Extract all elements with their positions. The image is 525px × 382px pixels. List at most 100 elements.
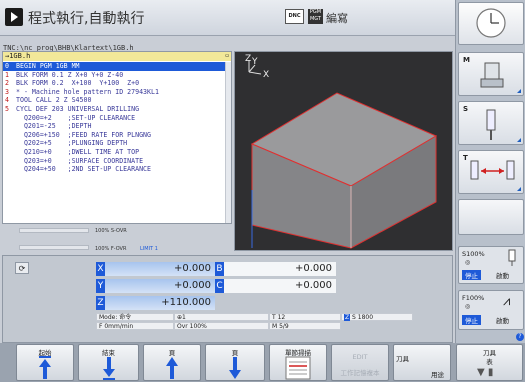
spindle-status-icon: ⊕1	[174, 313, 269, 321]
header-bar: 程式執行,自動執行 DNC PGM MGT 編寫	[0, 0, 455, 36]
spindle-speed-status: Z S 1800	[341, 313, 413, 321]
axis-z-value: +110.000	[105, 296, 215, 310]
m-function-status: M 5/9	[269, 322, 341, 330]
axis-x-value: +0.000	[105, 262, 215, 276]
mode-title: 程式執行,自動執行	[28, 11, 145, 27]
t-function-tile[interactable]: T	[458, 150, 524, 194]
tool-status: T 12	[269, 313, 341, 321]
program-scrollbar[interactable]	[225, 62, 231, 223]
program-line[interactable]: 5 CYCL DEF 203 UNIVERSAL DRILLING	[3, 105, 225, 114]
spindle-start-button[interactable]: 啟動	[496, 270, 509, 280]
program-line[interactable]: Q200=+2 ;SET-UP CLEARANCE	[3, 114, 225, 123]
spindle-small-icon	[508, 249, 516, 266]
program-lines: 0 BEGIN PGM 1GB MM 1 BLK FORM 0.1 Z X+0 Y+…	[3, 62, 225, 174]
program-panel: →1GB.h ▭ 0 BEGIN PGM 1GB MM 1 BLK FORM 0.1…	[2, 51, 232, 224]
axis-y-value: +0.000	[105, 279, 215, 293]
axis-c-value: +0.000	[224, 279, 336, 293]
spindle-speed: S 1800	[352, 314, 374, 321]
mode-arrow-icon	[5, 8, 23, 26]
machine-icon	[480, 62, 504, 88]
spindle-stop-button[interactable]: 停止	[462, 270, 481, 280]
page-up-softkey[interactable]: 頁	[143, 344, 201, 381]
program-line[interactable]: Q210=+0 ;DWELL TIME AT TOP	[3, 148, 225, 157]
axis-b-letter: B	[215, 262, 224, 276]
edit-mode-label[interactable]: 編寫	[326, 10, 348, 26]
program-line[interactable]: Q206=+150 ;FEED RATE FOR PLNGNG	[3, 131, 225, 140]
axis-c-letter: C	[215, 279, 224, 293]
axis-b-value: +0.000	[224, 262, 336, 276]
page-down-softkey[interactable]: 頁	[205, 344, 265, 381]
tool-table-softkey[interactable]: 刀具 表 ▼ ▮	[456, 344, 523, 381]
tools-label: 刀具	[396, 355, 409, 363]
file-tab-label: →1GB.h	[5, 52, 31, 60]
feed-stop-button[interactable]: 停止	[462, 315, 481, 325]
axis-y-letter: Y	[96, 279, 105, 293]
pgm-badge-line2: MGT	[309, 16, 322, 22]
s-function-tile[interactable]: S	[458, 101, 524, 145]
axis-y-label: Y	[251, 57, 258, 67]
limit-label: LIMIT 1	[140, 246, 158, 252]
tool-table-icon: ▼ ▮	[477, 367, 494, 378]
table-label: 表	[486, 358, 493, 366]
program-line[interactable]: 2 BLK FORM 0.2 X+100 Y+100 Z+0	[3, 79, 225, 88]
corner-indicator	[517, 89, 521, 93]
program-line[interactable]: Q201=-25 ;DEPTH	[3, 122, 225, 131]
override-status: Ovr 100%	[174, 322, 269, 330]
feed-status: F 0mm/min	[96, 322, 174, 330]
m-tile-label: M	[463, 56, 470, 64]
edit-label: EDIT	[352, 353, 368, 361]
program-line[interactable]: Q204=+50 ;2ND SET-UP CLEARANCE	[3, 165, 225, 174]
file-tab-close-icon[interactable]: ▭	[225, 52, 229, 59]
clock-tile[interactable]	[458, 2, 524, 45]
s-ovr-label: 100% S-OVR	[95, 228, 127, 234]
program-line[interactable]: 4 TOOL CALL 2 Z S4500	[3, 96, 225, 105]
s-ovr-bar	[19, 228, 89, 233]
page-down-arrow-icon	[229, 357, 241, 379]
start-softkey[interactable]: 起始	[16, 344, 74, 381]
edit-softkey[interactable]: EDIT 工作記憶複本	[331, 344, 389, 381]
spindle-override-panel: S100% ◎ 停止 啟動	[458, 246, 524, 284]
spindle-axis-badge: Z	[344, 314, 351, 321]
feed-start-button[interactable]: 啟動	[496, 315, 509, 325]
m-function-tile[interactable]: M	[458, 52, 524, 96]
program-line[interactable]: 1 BLK FORM 0.1 Z X+0 Y+0 Z-40	[3, 71, 225, 80]
f-ovr-bar	[19, 245, 89, 250]
f-override-knob-icon: ◎	[465, 303, 471, 310]
tool-change-icon	[470, 160, 515, 180]
softkey-bar: 起始 結束 頁 頁 單節掃描 EDIT 工作記憶複本 刀具 用途 刀具 表 ▼ …	[0, 343, 525, 382]
refresh-icon[interactable]: ⟳	[15, 262, 29, 274]
mode-status: Mode: 命令	[96, 313, 174, 321]
empty-softkey[interactable]	[458, 199, 524, 235]
file-tab[interactable]: →1GB.h ▭	[3, 52, 231, 61]
pgm-mgt-icon[interactable]: PGM MGT	[308, 9, 323, 24]
axis-z-letter: Z	[96, 296, 105, 310]
s-override-percent: S100%	[462, 250, 485, 258]
right-softkey-bar: M S T S100% ◎ 停止 啟動 F100% ◎ 停止 啟動 ⩘ ?	[455, 0, 525, 343]
arrow-up-to-top-icon	[39, 356, 51, 379]
axis-z-label: Z	[245, 54, 251, 64]
position-display: ⟳ X +0.000 B +0.000 Y +0.000 C +0.000 Z …	[2, 255, 453, 343]
help-icon[interactable]: ?	[516, 333, 524, 341]
dnc-icon[interactable]: DNC	[285, 9, 304, 24]
spindle-icon	[486, 109, 496, 140]
program-line[interactable]: Q202=+5 ;PLUNGING DEPTH	[3, 139, 225, 148]
pgm-badge-line1: PGM	[309, 9, 322, 15]
axis-x-line	[248, 71, 262, 75]
corner-indicator	[517, 187, 521, 191]
edit-sub-label: 工作記憶複本	[340, 369, 380, 377]
end-softkey[interactable]: 結束	[78, 344, 139, 381]
arrow-down-to-bottom-icon	[102, 357, 115, 380]
tool-usage-softkey[interactable]: 刀具 用途	[393, 344, 451, 381]
feed-override-panel: F100% ◎ 停止 啟動 ⩘	[458, 290, 524, 330]
program-line[interactable]: 0 BEGIN PGM 1GB MM	[3, 62, 225, 71]
program-line[interactable]: Q203=+0 ;SURFACE COORDINATE	[3, 157, 225, 166]
block-scan-icon	[285, 356, 311, 380]
program-line[interactable]: 3 * - Machine hole pattern ID 27943KL1	[3, 88, 225, 97]
feed-wave-icon: ⩘	[503, 294, 511, 309]
page-up-arrow-icon	[166, 357, 178, 379]
3d-simulation-view[interactable]: Y Z X	[234, 51, 453, 251]
single-block-softkey[interactable]: 單節掃描	[269, 344, 327, 381]
axis-x-label: X	[263, 70, 269, 80]
s-override-knob-icon: ◎	[465, 259, 471, 266]
axis-x-letter: X	[96, 262, 105, 276]
